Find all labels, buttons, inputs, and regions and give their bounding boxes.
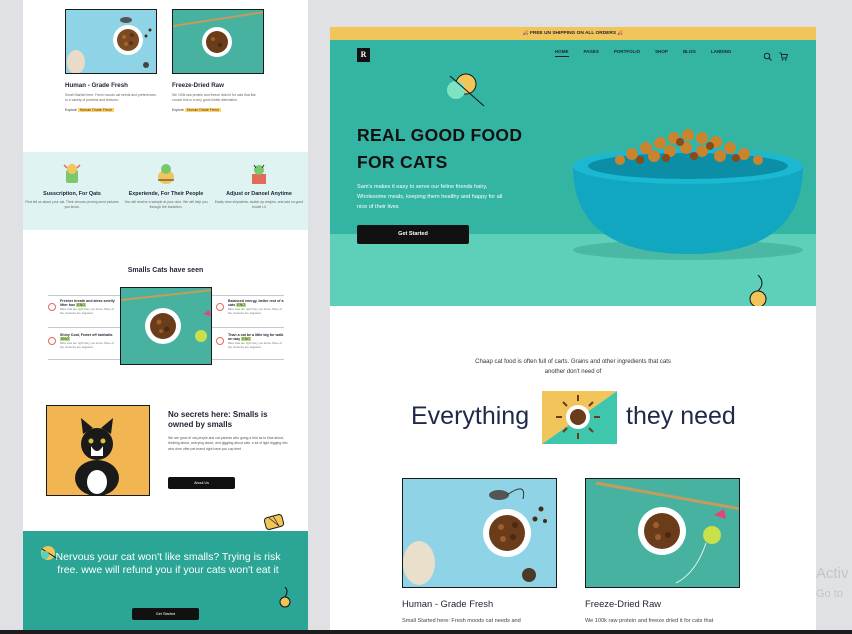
seen-item: Balanced energy, better rest of a cats E… xyxy=(216,299,286,315)
food-bowl-image xyxy=(570,126,816,265)
product-title: Freeze-Dried Raw xyxy=(585,598,662,609)
divider xyxy=(212,327,284,328)
seen-item: Fresher breath and aless smelly litter b… xyxy=(48,299,118,315)
feature-desc: Easily view shipments, switch up recipes… xyxy=(214,200,304,209)
get-started-button[interactable]: Get Started xyxy=(132,608,199,620)
seen-item-desc: Miss cats are right they you know. More … xyxy=(228,307,282,315)
dot-icon xyxy=(216,303,224,311)
watermark-text: Activ xyxy=(816,565,849,582)
product-title: Freeze-Dried Raw xyxy=(172,82,224,89)
secret-desc: We are good of cat people and cat parent… xyxy=(168,436,288,451)
product-title: Human - Grade Fresh xyxy=(402,598,494,609)
product-image-raw xyxy=(585,478,740,588)
product-title: Human - Grade Fresh xyxy=(65,82,128,89)
left-products-section: Human - Grade Fresh Small Started here: … xyxy=(23,0,308,150)
product-card-raw[interactable]: Freeze-Dried Raw We 100k raw protein and… xyxy=(585,478,740,624)
bottom-edge-bar xyxy=(0,630,852,634)
feature-title: Susscription, For Qats xyxy=(43,191,101,197)
heading-word-right: they need xyxy=(626,402,736,430)
hero-title: REAL GOOD FOOD FOR CATS xyxy=(357,125,523,172)
divider xyxy=(212,295,284,296)
secrets-section: No secrets here: Smalls is owned by smal… xyxy=(168,410,293,452)
watermark-subtext: Go to xyxy=(816,588,843,600)
nav-blog[interactable]: BLOG xyxy=(683,48,696,57)
feature-title: Adjust or Danoel Anytime xyxy=(226,191,292,197)
main-nav: HOME PAGES PORTFOLIO SHOP BLOG LANDING xyxy=(555,48,731,57)
divider xyxy=(48,327,120,328)
seen-item-desc: Miss cats are right they you know. More … xyxy=(228,341,282,349)
promo-text: FREE UN SHIPPING ON ALL ORDERS xyxy=(529,31,617,36)
nav-shop[interactable]: SHOP xyxy=(655,48,668,57)
food-bowl-thumb xyxy=(542,391,617,444)
left-product-card-fresh[interactable]: Human - Grade Fresh Small Started here: … xyxy=(65,9,157,112)
seen-item: Than a cat be a little big for walk on w… xyxy=(216,333,286,349)
cat-hug-icon xyxy=(155,162,177,186)
secret-title: No secrets here: Smalls is owned by smal… xyxy=(168,410,268,429)
left-product-card-raw[interactable]: Freeze-Dried Raw We 100k raw protein and… xyxy=(172,9,264,112)
features-section: Susscription, For Qats First tell us abo… xyxy=(23,152,308,230)
dot-icon xyxy=(48,337,56,345)
divider xyxy=(48,295,120,296)
heading-word-left: Everything xyxy=(411,402,530,430)
dot-icon xyxy=(216,337,224,345)
feature-desc: You will receive a sample at your door. … xyxy=(124,200,208,209)
explore-link[interactable]: Explore Human Grade Fresh xyxy=(172,108,264,112)
cat-package-icon xyxy=(248,162,270,186)
guarantee-heading: Nervous your cat won't like smalls? Tryi… xyxy=(55,551,281,576)
seen-item-title: Fresher breath and aless smelly litter b… xyxy=(60,299,115,307)
nav-landing[interactable]: LANDING xyxy=(711,48,732,57)
guarantee-section: Nervous your cat won't like smalls? Tryi… xyxy=(23,531,308,634)
seen-item-desc: Miss cats are right they you know. More … xyxy=(60,341,114,349)
hero-section: R HOME PAGES PORTFOLIO SHOP BLOG LANDING… xyxy=(330,40,816,306)
product-desc: Small Started here: Fresh moods cat need… xyxy=(402,618,521,624)
intro-text: Chaap cat food is often full of carts. G… xyxy=(475,359,671,375)
search-icon[interactable] xyxy=(763,48,772,61)
truck-icon: 🚚 xyxy=(522,31,529,36)
toy-icon xyxy=(277,586,293,614)
nav-pages[interactable]: PAGES xyxy=(584,48,599,57)
product-image-raw xyxy=(172,9,264,74)
divider xyxy=(212,359,284,360)
product-desc: We 100k raw protein and freeze dried it … xyxy=(172,93,256,102)
everything-heading: Everything they need xyxy=(330,391,816,446)
promo-banner: 🚚 FREE UN SHIPPING ON ALL ORDERS 🚚 xyxy=(330,27,816,40)
product-desc: Small Started here: Fresh moods cat need… xyxy=(65,93,157,102)
seen-item-title: Than a cat be a little big for walk on w… xyxy=(228,333,284,341)
dot-icon xyxy=(48,303,56,311)
seen-item: Shiny Coat, Fewer off hairballs ENO Miss… xyxy=(48,333,118,349)
nav-portfolio[interactable]: PORTFOLIO xyxy=(614,48,640,57)
hero-get-started-button[interactable]: Get Started xyxy=(357,225,469,244)
about-us-button[interactable]: About Us xyxy=(168,477,235,489)
product-image-fresh xyxy=(402,478,557,588)
product-image-fresh xyxy=(65,9,157,74)
feature-subscription: Susscription, For Qats First tell us abo… xyxy=(25,162,119,210)
feature-desc: First tell us about your cat. Their choo… xyxy=(25,200,119,209)
nav-home[interactable]: HOME xyxy=(555,48,569,57)
cat-food-bowl-image xyxy=(120,287,212,365)
divider xyxy=(48,359,120,360)
right-page-preview: 🚚 FREE UN SHIPPING ON ALL ORDERS 🚚 R HOM… xyxy=(330,27,816,634)
feature-title: Experiende, For Their People xyxy=(128,191,204,197)
cat-photo xyxy=(46,405,150,496)
product-desc: We 100k raw protein and freeze dried it … xyxy=(585,618,714,624)
product-card-fresh[interactable]: Human - Grade Fresh Small Started here: … xyxy=(402,478,557,624)
truck-icon: 🚚 xyxy=(617,31,624,36)
toy-icon xyxy=(748,274,768,306)
decor-circle-icon xyxy=(442,70,487,115)
cart-icon[interactable] xyxy=(779,48,789,61)
cat-box-icon xyxy=(61,162,83,186)
feature-adjust: Adjust or Danoel Anytime Easily view shi… xyxy=(212,162,306,210)
hero-desc: Sam's makes it easy to serve our feline … xyxy=(357,184,503,210)
explore-link[interactable]: Explore Human Grade Fresh xyxy=(65,108,157,112)
left-page-preview: Human - Grade Fresh Small Started here: … xyxy=(23,0,308,634)
seen-item-desc: Miss cats are right they you know. More … xyxy=(60,307,114,315)
feature-experience: Experiende, For Their People You will re… xyxy=(119,162,213,210)
seen-section-title: Smalls Cats have seen xyxy=(127,267,204,274)
brand-logo[interactable]: R xyxy=(357,48,370,62)
